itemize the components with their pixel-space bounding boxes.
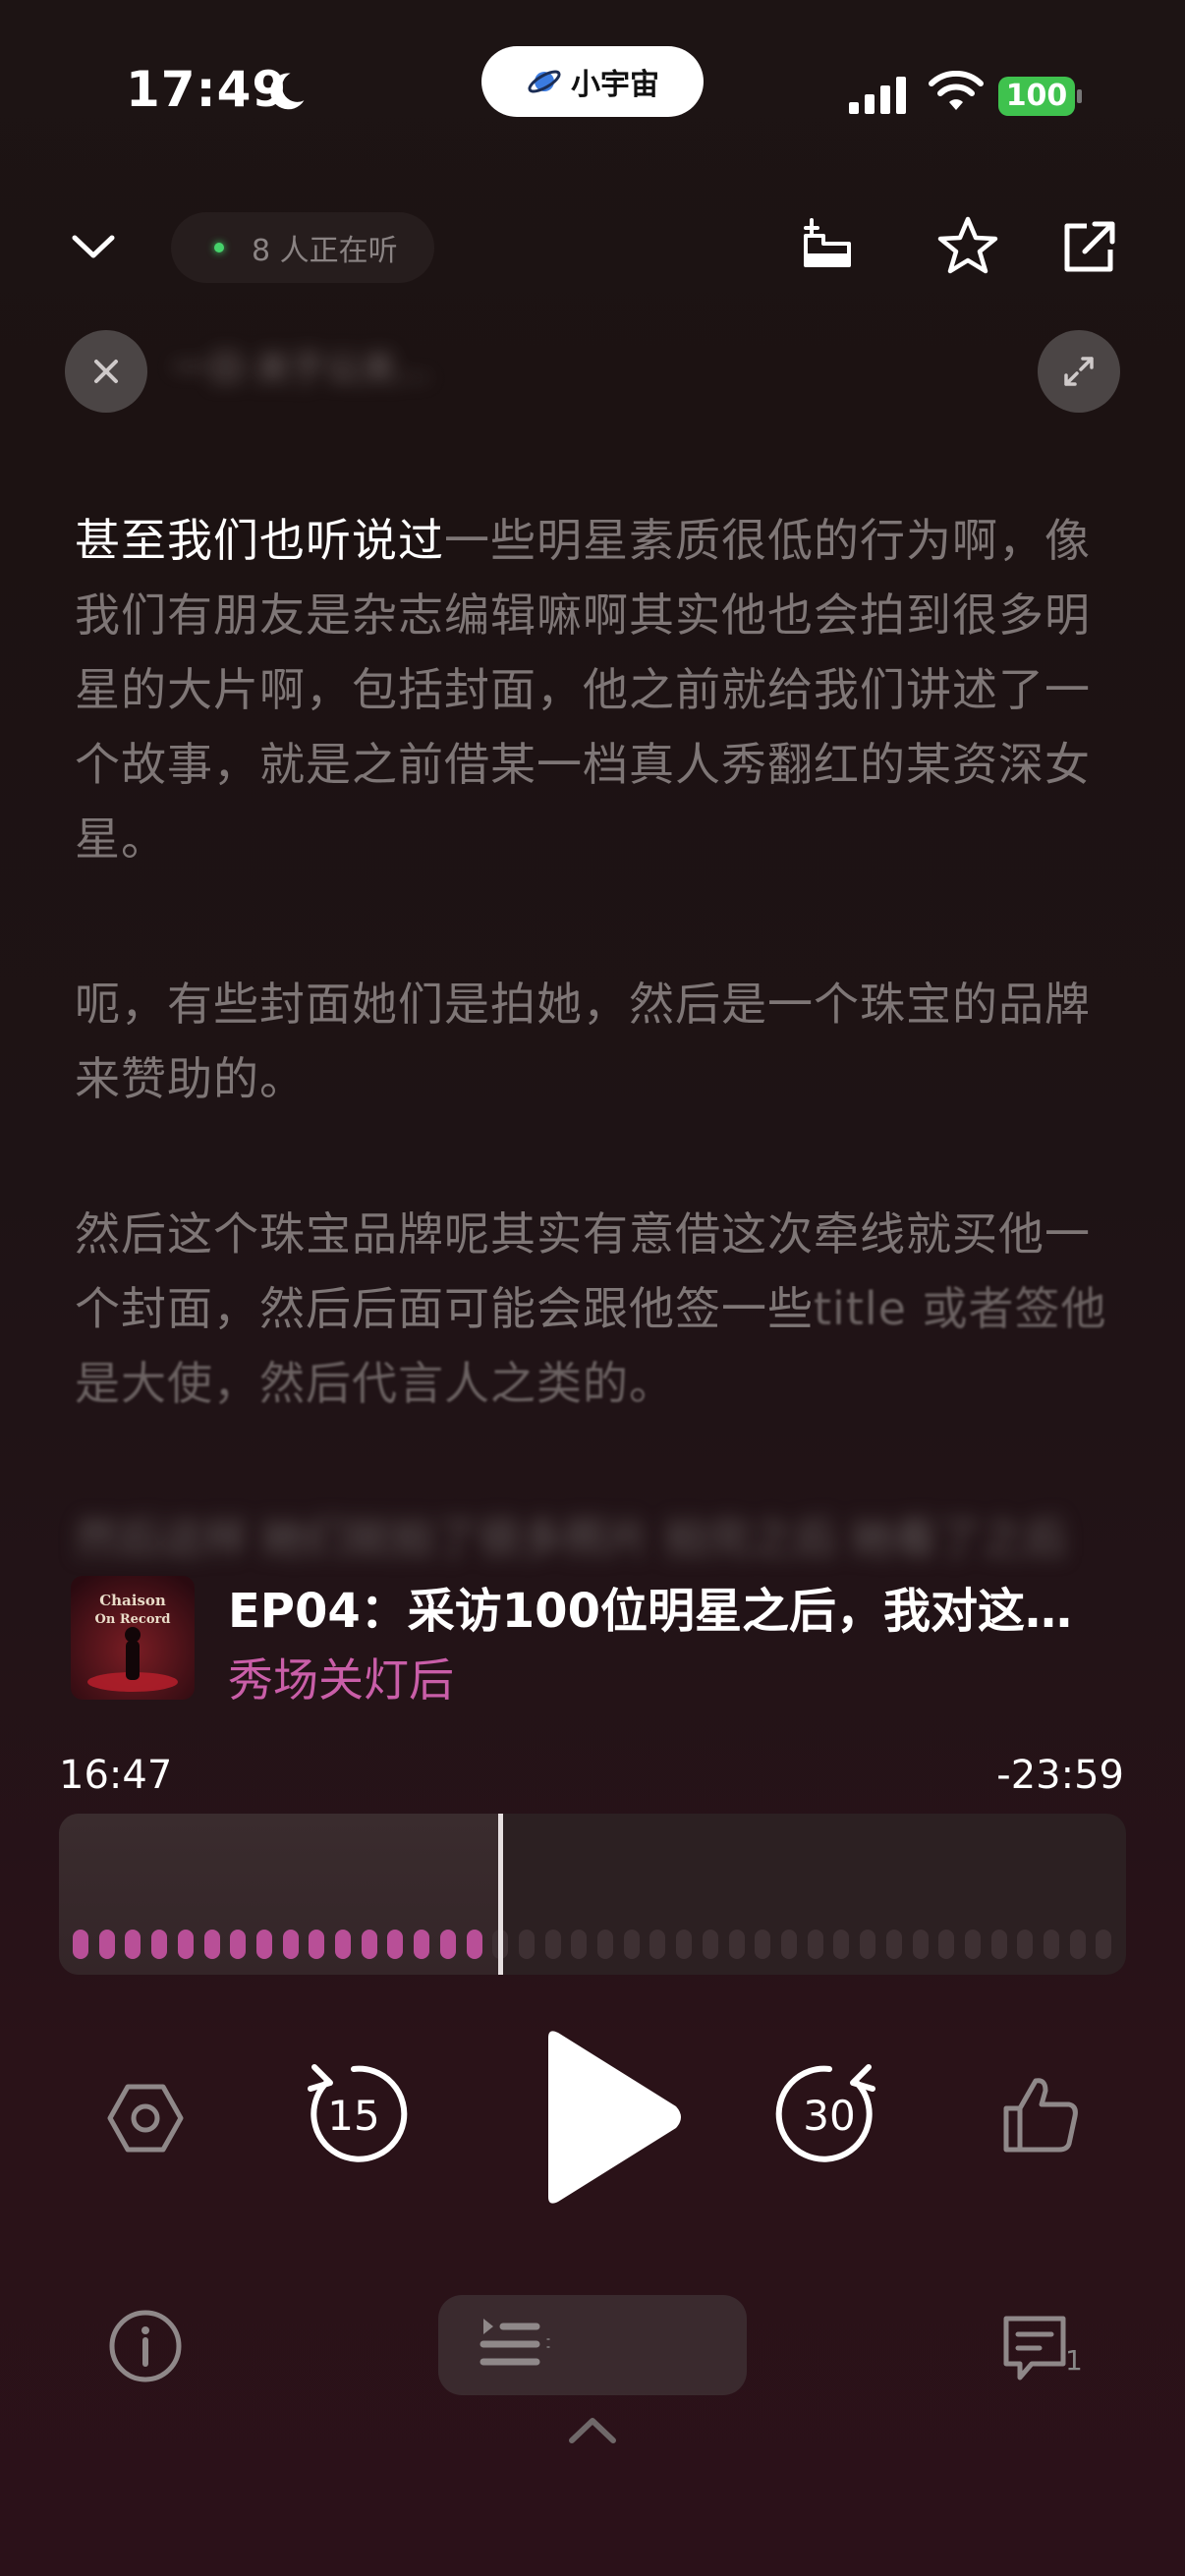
- listeners-badge: 8 人正在听: [171, 212, 434, 283]
- waveform-dots: [73, 1930, 1112, 1959]
- episode-title[interactable]: EP04：采访100位明星之后，我对这…: [228, 1572, 1112, 1641]
- expand-icon: [1064, 357, 1094, 386]
- playlist-icon: [480, 2319, 550, 2366]
- close-icon: [94, 360, 118, 383]
- waveform-dot: [702, 1930, 718, 1959]
- progress-scrubber[interactable]: [59, 1814, 1126, 1975]
- waveform-dot: [649, 1930, 666, 1959]
- waveform-dot: [807, 1930, 823, 1959]
- waveform-dot: [335, 1930, 352, 1959]
- waveform-dot: [177, 1930, 194, 1959]
- waveform-dot: [282, 1930, 299, 1959]
- share-button[interactable]: [1061, 218, 1118, 275]
- waveform-dot: [912, 1930, 929, 1959]
- wifi-icon: [929, 71, 984, 110]
- remaining-time: -23:59: [996, 1753, 1124, 1798]
- waveform-dot: [833, 1930, 850, 1959]
- dynamic-island-app-pill[interactable]: 小宇宙: [481, 46, 704, 117]
- waveform-dot: [466, 1930, 482, 1959]
- rewind-15-button[interactable]: 15: [299, 2059, 409, 2169]
- planet-icon: [528, 70, 561, 93]
- expand-transcript-button[interactable]: [1038, 330, 1120, 413]
- waveform-dot: [1096, 1930, 1112, 1959]
- waveform-dot: [780, 1930, 797, 1959]
- waveform-dot: [938, 1930, 955, 1959]
- waveform-dot: [230, 1930, 247, 1959]
- close-transcript-button[interactable]: [65, 330, 147, 413]
- battery-tip: [1077, 89, 1082, 103]
- transcript-blurred-line: 然后这样 她们就拍了很多照片 拍完之后 她看了之后: [75, 1514, 1067, 1564]
- waveform-dot: [597, 1930, 614, 1959]
- waveform-dot: [125, 1930, 141, 1959]
- cover-text-1: Chaison: [99, 1592, 166, 1609]
- waveform-dot: [414, 1930, 430, 1959]
- episode-info-button[interactable]: [106, 2307, 185, 2385]
- waveform-dot: [1044, 1930, 1060, 1959]
- forward-30-button[interactable]: 30: [774, 2059, 884, 2169]
- waveform-dot: [255, 1930, 272, 1959]
- favorite-star-button[interactable]: [935, 214, 1000, 279]
- waveform-dot: [518, 1930, 535, 1959]
- waveform-dot: [309, 1930, 325, 1959]
- waveform-dot: [203, 1930, 220, 1959]
- add-to-playlist-button[interactable]: [798, 214, 857, 273]
- playlist-queue-button[interactable]: [438, 2295, 747, 2395]
- waveform-dot: [728, 1930, 745, 1959]
- waveform-dot: [860, 1930, 876, 1959]
- transcript-current-text: 甚至我们也听说过: [75, 514, 444, 567]
- cover-image: Chaison On Record: [71, 1576, 195, 1700]
- waveform-dot: [544, 1930, 561, 1959]
- like-thumb-button[interactable]: [1000, 2075, 1081, 2156]
- waveform-dot: [387, 1930, 404, 1959]
- playhead-handle[interactable]: [498, 1814, 503, 1975]
- chevron-up-icon[interactable]: [566, 2413, 619, 2446]
- waveform-dot: [755, 1930, 771, 1959]
- waveform-dot: [885, 1930, 902, 1959]
- play-button[interactable]: [531, 2024, 688, 2211]
- transcript-paragraph-3[interactable]: 然后这个珠宝品牌呢其实有意借这次牵线就买他一个封面，然后后面可能会跟他签一些ti…: [75, 1197, 1116, 1421]
- transcript-paragraph-2[interactable]: 呃，有些封面她们是拍她，然后是一个珠宝的品牌来赞助的。: [75, 967, 1116, 1116]
- island-label: 小宇宙: [571, 68, 659, 102]
- waveform-dot: [676, 1930, 693, 1959]
- show-name-link[interactable]: 秀场关灯后: [228, 1645, 454, 1709]
- waveform-dot: [623, 1930, 640, 1959]
- moon-icon: [270, 73, 305, 110]
- waveform-dot: [151, 1930, 168, 1959]
- waveform-dot: [439, 1930, 456, 1959]
- battery-indicator: 100: [998, 77, 1075, 116]
- listeners-text: 8 人正在听: [252, 234, 398, 268]
- waveform-dot: [1017, 1930, 1034, 1959]
- comments-count: 1: [1065, 2344, 1083, 2377]
- waveform-dot: [990, 1930, 1007, 1959]
- live-dot-icon: [214, 243, 224, 252]
- forward-seconds: 30: [803, 2092, 855, 2140]
- chapter-title-blurred: 一日·关于公关...: [173, 349, 430, 389]
- waveform-dot: [98, 1930, 115, 1959]
- elapsed-time: 16:47: [59, 1753, 173, 1798]
- rewind-seconds: 15: [327, 2092, 379, 2140]
- cover-text-2: On Record: [95, 1612, 171, 1627]
- signal-icon: [849, 77, 906, 114]
- playback-speed-button[interactable]: [106, 2079, 185, 2157]
- waveform-dot: [73, 1930, 88, 1959]
- episode-cover-art[interactable]: Chaison On Record: [71, 1576, 195, 1700]
- waveform-dot: [1069, 1930, 1086, 1959]
- collapse-chevron-button[interactable]: [69, 226, 118, 265]
- transcript-paragraph-1[interactable]: 甚至我们也听说过一些明星素质很低的行为啊，像我们有朋友是杂志编辑嘛啊其实他也会拍…: [75, 503, 1116, 876]
- waveform-dot: [571, 1930, 588, 1959]
- waveform-dot: [361, 1930, 377, 1959]
- waveform-dot: [964, 1930, 981, 1959]
